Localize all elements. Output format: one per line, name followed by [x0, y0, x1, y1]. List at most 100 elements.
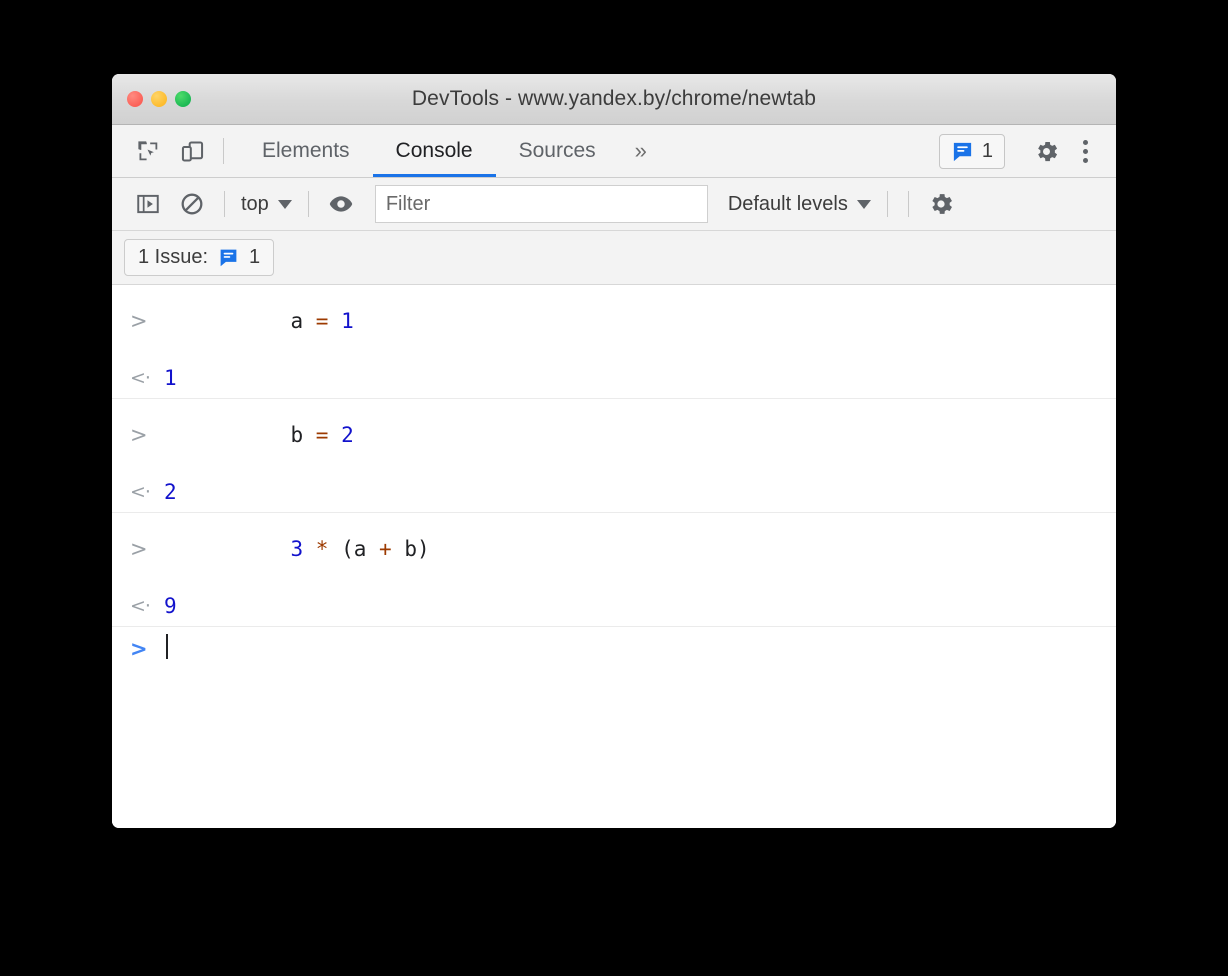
- console-sidebar-toggle-button[interactable]: [126, 185, 170, 223]
- tab-sources-label: Sources: [519, 139, 596, 163]
- console-input-row[interactable]: > 3 * (a + b): [112, 513, 1116, 585]
- console-settings-gear-icon: [927, 190, 955, 218]
- chevron-left-dot-icon: <·: [130, 595, 150, 617]
- console-input-row[interactable]: > b = 2: [112, 399, 1116, 471]
- devtools-main-menu-button[interactable]: [1068, 140, 1102, 163]
- close-button[interactable]: [127, 91, 143, 107]
- inspect-element-icon: [135, 138, 162, 165]
- token: 1: [341, 309, 354, 333]
- output-marker: <·: [130, 595, 164, 617]
- token: ): [417, 537, 430, 561]
- input-marker: >: [130, 309, 164, 333]
- token: =: [316, 309, 329, 333]
- console-input-row[interactable]: > a = 1: [112, 285, 1116, 357]
- token: a: [354, 537, 367, 561]
- console-output-row[interactable]: <· 9: [112, 585, 1116, 626]
- issues-bar: 1 Issue: 1: [112, 231, 1116, 285]
- chevron-left-dot-icon: <·: [130, 481, 150, 503]
- output-marker: <·: [130, 481, 164, 503]
- console-input-expression: 3 * (a + b): [164, 513, 430, 585]
- maximize-button[interactable]: [175, 91, 191, 107]
- kebab-dot-3: [1083, 158, 1088, 163]
- minimize-button[interactable]: [151, 91, 167, 107]
- log-levels-label: Default levels: [728, 193, 848, 216]
- filter-input[interactable]: [375, 185, 708, 223]
- token: *: [316, 537, 329, 561]
- token: =: [316, 423, 329, 447]
- input-marker: >: [130, 537, 164, 561]
- tab-elements[interactable]: Elements: [239, 125, 373, 177]
- token: a: [290, 309, 303, 333]
- issues-summary-label: 1 Issue:: [138, 246, 208, 269]
- token: (: [341, 537, 354, 561]
- clear-console-button[interactable]: [170, 185, 214, 223]
- console-sidebar-toggle-icon: [135, 191, 161, 217]
- console-toolbar-divider-1: [224, 191, 225, 217]
- tab-console-label: Console: [396, 139, 473, 163]
- device-toolbar-icon: [179, 138, 206, 165]
- console-result-value: 1: [164, 366, 177, 390]
- console-toolbar-divider-2: [308, 191, 309, 217]
- issues-count: 1: [982, 140, 993, 163]
- gear-icon: [1033, 138, 1060, 165]
- kebab-menu-icon: [1083, 140, 1088, 145]
- tabbar-right-group: 1: [939, 125, 1116, 177]
- live-expression-eye-icon: [327, 190, 355, 218]
- execution-context-selector[interactable]: top: [235, 193, 298, 216]
- clear-console-icon: [179, 191, 205, 217]
- prompt-marker: >: [130, 637, 164, 661]
- console-toolbar-divider-4: [908, 191, 909, 217]
- tab-elements-label: Elements: [262, 139, 350, 163]
- devtools-tabs: Elements Console Sources »: [239, 125, 661, 177]
- devtools-window: DevTools - www.yandex.by/chrome/newtab: [112, 74, 1116, 828]
- devtools-tabbar: Elements Console Sources »: [112, 125, 1116, 178]
- console-entry-group: > a = 1 <· 1: [112, 285, 1116, 399]
- chevron-right-icon: >: [130, 537, 148, 561]
- console-toolbar: top Default levels: [112, 178, 1116, 231]
- console-entry-group: > 3 * (a + b) <· 9: [112, 513, 1116, 627]
- token: b: [404, 537, 417, 561]
- console-result-value: 2: [164, 480, 177, 504]
- inspect-element-button[interactable]: [126, 125, 170, 177]
- issues-summary-button[interactable]: 1 Issue: 1: [124, 239, 274, 276]
- console-settings-button[interactable]: [919, 185, 963, 223]
- token: b: [290, 423, 303, 447]
- chevron-down-icon: [278, 200, 292, 209]
- window-title: DevTools - www.yandex.by/chrome/newtab: [112, 87, 1116, 111]
- issues-button[interactable]: 1: [939, 134, 1005, 169]
- log-levels-selector[interactable]: Default levels: [722, 193, 877, 216]
- console-input-expression: b = 2: [164, 399, 354, 471]
- tab-sources[interactable]: Sources: [496, 125, 619, 177]
- devtools-settings-button[interactable]: [1024, 138, 1068, 165]
- output-marker: <·: [130, 367, 164, 389]
- device-toolbar-button[interactable]: [170, 125, 214, 177]
- console-input-expression: a = 1: [164, 285, 354, 357]
- chevron-right-icon: >: [130, 309, 148, 333]
- chevron-down-icon: [857, 200, 871, 209]
- traffic-lights: [127, 91, 191, 107]
- tabbar-divider: [223, 138, 224, 164]
- text-cursor: [166, 634, 168, 659]
- tab-console[interactable]: Console: [373, 125, 496, 177]
- chevron-right-icon: >: [130, 637, 148, 661]
- console-output-row[interactable]: <· 2: [112, 471, 1116, 512]
- token: 2: [341, 423, 354, 447]
- kebab-dot-2: [1083, 149, 1088, 154]
- window-titlebar: DevTools - www.yandex.by/chrome/newtab: [112, 74, 1116, 125]
- token: +: [379, 537, 392, 561]
- console-entry-group: > b = 2 <· 2: [112, 399, 1116, 513]
- console-output-row[interactable]: <· 1: [112, 357, 1116, 398]
- console-log-area[interactable]: > a = 1 <· 1 > b = 2: [112, 285, 1116, 828]
- more-tabs-button[interactable]: »: [619, 125, 661, 177]
- live-expression-button[interactable]: [319, 185, 363, 223]
- input-marker: >: [130, 423, 164, 447]
- console-prompt-row[interactable]: >: [112, 627, 1116, 671]
- execution-context-label: top: [241, 193, 269, 216]
- chevron-left-dot-icon: <·: [130, 367, 150, 389]
- console-prompt-input[interactable]: [164, 634, 168, 664]
- issues-speech-bubble-icon: [951, 140, 974, 163]
- double-chevron-right-icon: »: [635, 138, 645, 164]
- token: 3: [290, 537, 303, 561]
- console-result-value: 9: [164, 594, 177, 618]
- console-toolbar-divider-3: [887, 191, 888, 217]
